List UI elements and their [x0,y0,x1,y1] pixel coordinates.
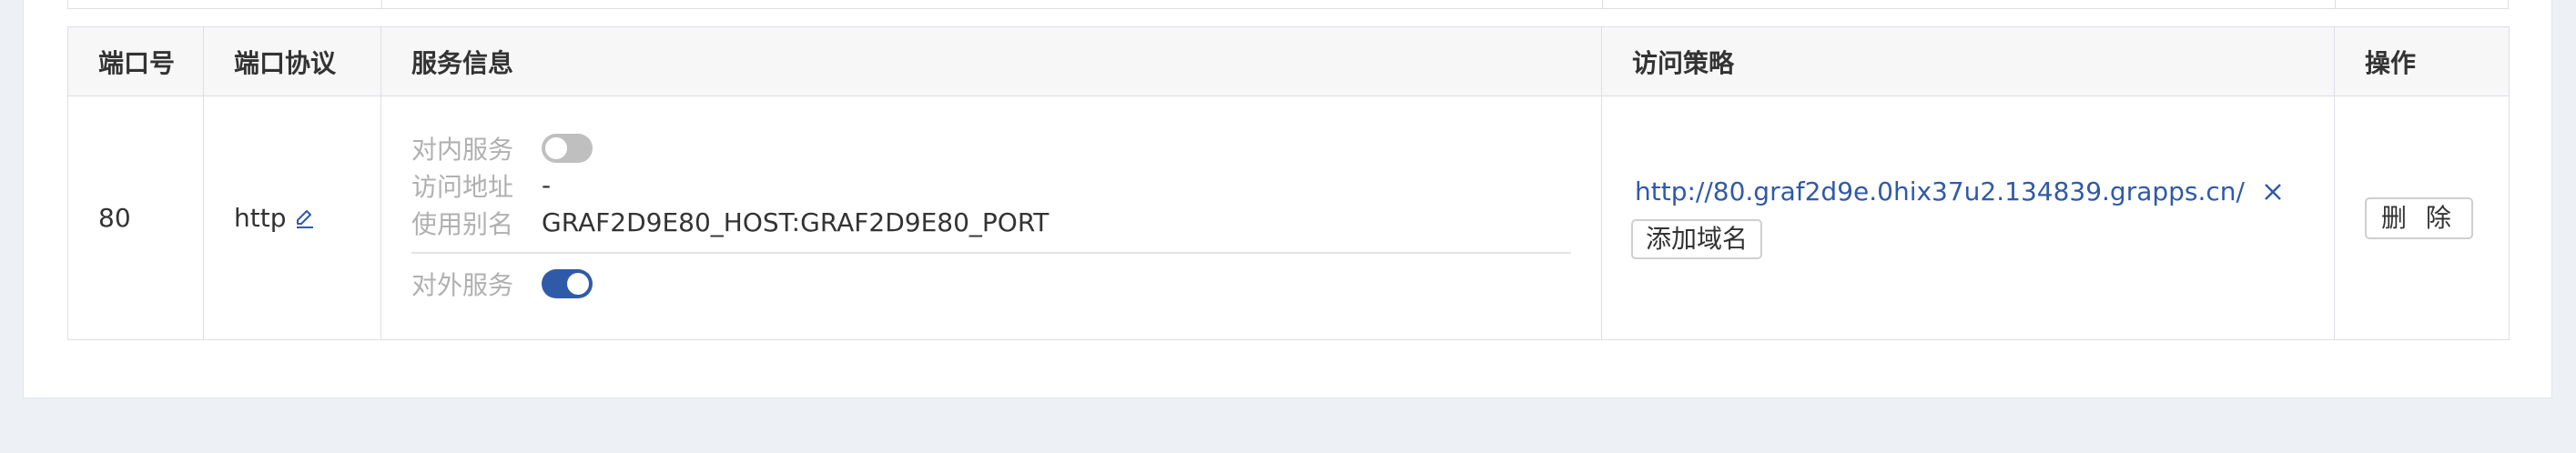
header-actions: 操作 [2334,26,2510,96]
protocol-cell: http [203,96,381,340]
delete-button[interactable]: 删 除 [2365,196,2473,239]
domain-link[interactable]: http://80.graf2d9e.0hix37u2.134839.grapp… [1635,176,2245,206]
domain-entry: http://80.graf2d9e.0hix37u2.134839.grapp… [1635,176,2334,206]
access-address-label: 访问地址 [411,171,514,202]
header-port: 端口号 [67,26,204,96]
internal-service-row: 对内服务 [411,129,1571,166]
close-icon[interactable] [2261,180,2285,204]
previous-row-edge [67,0,2509,9]
service-info-cell: 对内服务 访问地址 - 使用别名 GRAF2D9E80_HOST:GRAF2D9… [380,96,1602,340]
alias-value: GRAF2D9E80_HOST:GRAF2D9E80_PORT [542,207,1050,237]
internal-service-toggle[interactable] [542,133,593,163]
actions-cell: 删 除 [2334,96,2510,340]
table-row: 80 http 对内服务 访问地址 - 使用别名 GRAF2D9E80_HOST… [67,96,2510,340]
external-service-label: 对外服务 [411,269,514,300]
access-address-row: 访问地址 - [411,166,1571,204]
add-domain-button[interactable]: 添加域名 [1631,219,1763,259]
pencil-icon[interactable] [293,206,317,230]
alias-row: 使用别名 GRAF2D9E80_HOST:GRAF2D9E80_PORT [411,204,1571,241]
external-service-row: 对外服务 [411,265,1571,302]
header-access-policy: 访问策略 [1601,26,2335,96]
internal-service-label: 对内服务 [411,134,514,165]
header-protocol: 端口协议 [203,26,381,96]
ports-table: 端口号 端口协议 服务信息 访问策略 操作 80 http 对内服务 访问地址 … [67,26,2510,340]
table-header-row: 端口号 端口协议 服务信息 访问策略 操作 [67,26,2510,96]
protocol-value: http [234,203,287,233]
access-policy-cell: http://80.graf2d9e.0hix37u2.134839.grapp… [1601,96,2335,340]
alias-label: 使用别名 [411,208,514,239]
header-service-info: 服务信息 [380,26,1602,96]
service-divider [411,252,1571,254]
external-service-toggle[interactable] [542,268,593,298]
port-cell: 80 [67,96,204,340]
access-address-value: - [542,170,552,200]
